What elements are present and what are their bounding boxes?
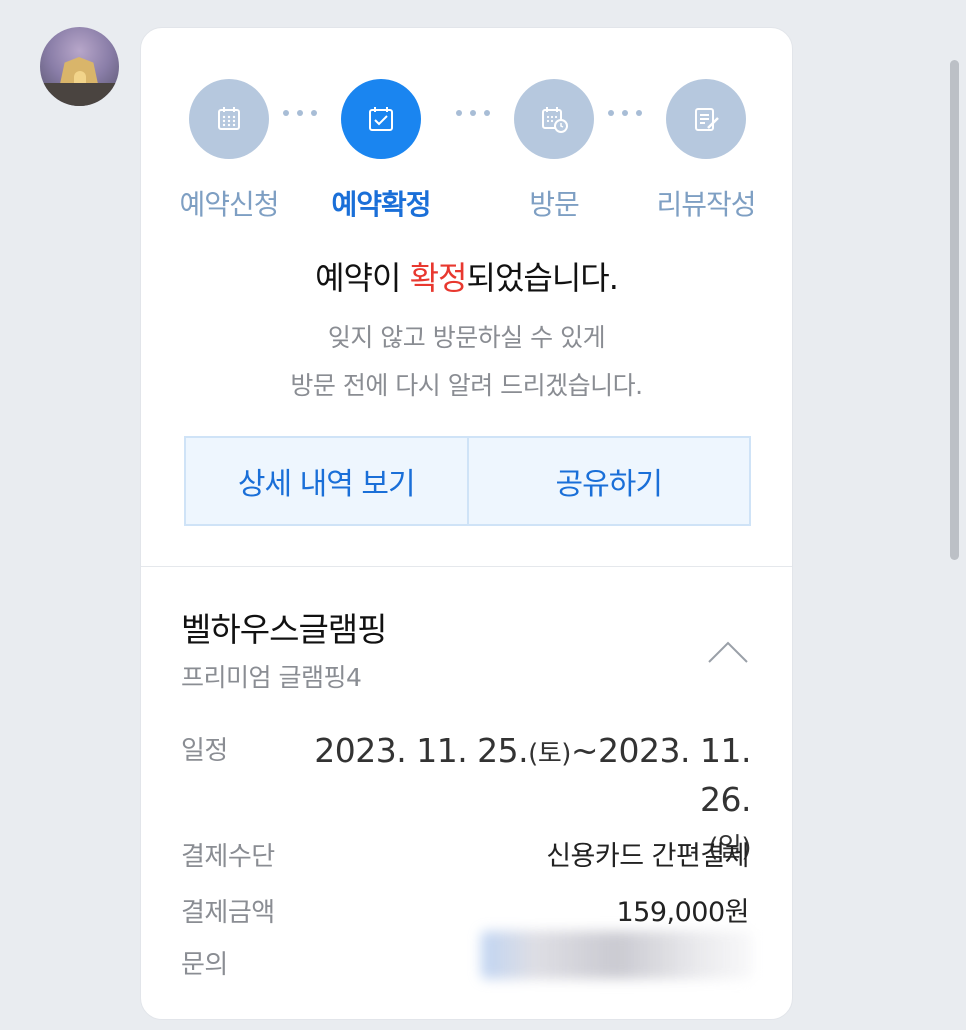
amount-label: 결제금액 <box>181 898 275 928</box>
ground <box>40 83 119 106</box>
step-label-review: 리뷰작성 <box>656 188 756 221</box>
schedule-end: 2023. 11. 26. <box>598 731 751 819</box>
headline-text-before: 예약이 <box>315 259 410 297</box>
view-details-button[interactable]: 상세 내역 보기 <box>186 438 467 524</box>
share-button[interactable]: 공유하기 <box>466 438 750 524</box>
reminder-text-line1: 잊지 않고 방문하실 수 있게 <box>327 323 606 352</box>
step-visit-circle <box>514 79 594 159</box>
chevron-up-icon[interactable] <box>706 636 750 666</box>
step-label-visit: 방문 <box>529 188 580 221</box>
headline-highlight: 확정 <box>409 259 468 297</box>
payment-method-value: 신용카드 간편결제 <box>546 841 749 872</box>
schedule-separator: ~ <box>570 731 599 770</box>
inquiry-phone-blurred[interactable] <box>481 931 753 979</box>
step-dots-3 <box>608 110 642 116</box>
step-review-circle <box>666 79 746 159</box>
progress-steps: 예약신청 예약확정 방문 리뷰작성 <box>141 28 792 258</box>
reservation-card: 예약신청 예약확정 방문 리뷰작성 예약이 확정되었습니다. 잊지 않고 방문하… <box>140 27 793 1020</box>
step-label-confirm: 예약확정 <box>331 188 431 221</box>
amount-value: 159,000원 <box>616 897 750 928</box>
inquiry-label: 문의 <box>181 950 228 980</box>
profile-avatar[interactable] <box>40 27 119 106</box>
calendar-clock-icon <box>542 107 568 133</box>
confirmation-headline: 예약이 확정되었습니다. <box>141 253 792 299</box>
headline-text-after: 되었습니다. <box>466 259 619 297</box>
step-dots-1 <box>283 110 317 116</box>
review-edit-icon <box>695 108 719 131</box>
step-label-request: 예약신청 <box>179 188 279 221</box>
step-request-circle <box>189 79 269 159</box>
schedule-start: 2023. 11. 25. <box>314 731 529 770</box>
reminder-text-line2: 방문 전에 다시 알려 드리겠습니다. <box>290 371 643 400</box>
payment-method-label: 결제수단 <box>181 842 275 872</box>
schedule-start-day: (토) <box>528 739 571 769</box>
section-divider <box>141 566 792 567</box>
calendar-icon <box>218 107 240 130</box>
schedule-label: 일정 <box>181 736 228 766</box>
action-buttons: 상세 내역 보기 공유하기 <box>184 436 751 526</box>
step-confirm-circle <box>341 79 421 159</box>
place-name: 벨하우스글램핑 <box>181 610 388 649</box>
room-name: 프리미엄 글램핑4 <box>181 663 362 692</box>
step-dots-2 <box>456 110 490 116</box>
scrollbar[interactable] <box>950 60 959 560</box>
calendar-check-icon <box>369 107 393 131</box>
